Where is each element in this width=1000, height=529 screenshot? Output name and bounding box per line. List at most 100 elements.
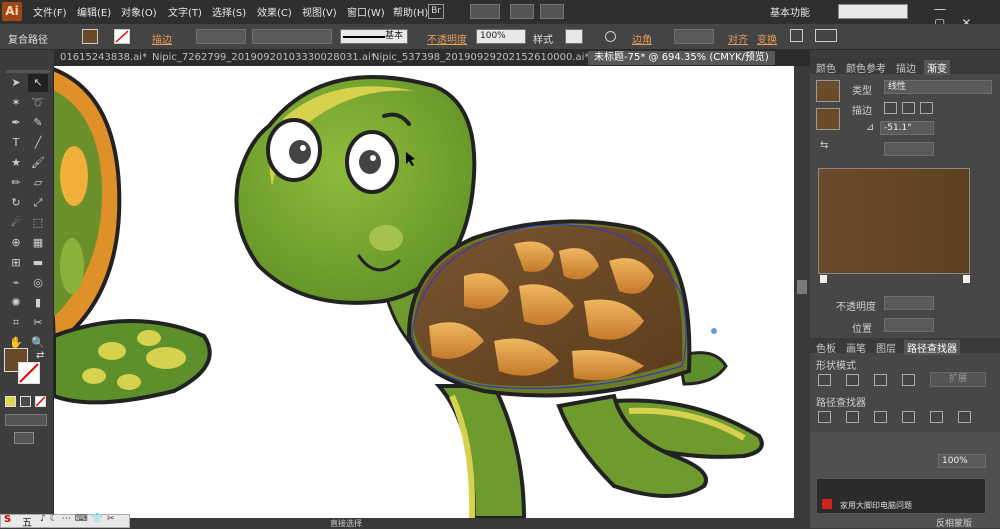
magic-wand-icon[interactable]: ✶	[6, 94, 26, 112]
stop-opacity-field[interactable]	[884, 296, 934, 310]
anchor-point[interactable]	[711, 328, 717, 334]
menu-window[interactable]: 窗口(W)	[347, 4, 385, 19]
unite-icon[interactable]	[818, 374, 831, 386]
tab-doc-2[interactable]: Nipic_7262799_20190920103330028031.ai*	[152, 52, 376, 63]
opacity-field[interactable]: 100%	[476, 29, 526, 44]
stroke-across-icon[interactable]	[920, 102, 933, 114]
stroke-swatch[interactable]	[114, 29, 130, 44]
stroke-weight-field[interactable]	[196, 29, 246, 44]
star-icon[interactable]	[510, 4, 534, 19]
type-tool-icon[interactable]: T	[6, 134, 26, 152]
tab-swatches[interactable]: 色板	[816, 340, 836, 355]
stroke-color-box[interactable]	[18, 362, 40, 384]
fill-stroke-mini[interactable]	[816, 108, 840, 130]
warp-icon[interactable]: ☄	[6, 214, 26, 232]
mesh-icon[interactable]: ⊞	[6, 254, 26, 272]
direct-selection-tool-icon[interactable]: ↖	[28, 74, 48, 92]
color-mode-icon[interactable]	[5, 396, 16, 407]
tab-color[interactable]: 颜色	[816, 60, 836, 75]
spiral-icon[interactable]	[540, 4, 564, 19]
rotate-icon[interactable]: ↻	[6, 194, 26, 212]
symbol-sprayer-icon[interactable]: ✺	[6, 294, 26, 312]
variable-width-profile[interactable]	[252, 29, 332, 44]
tab-doc-1[interactable]: 01615243838.ai*	[60, 52, 147, 63]
scale-icon[interactable]: ⤢	[28, 194, 48, 212]
menu-edit[interactable]: 编辑(E)	[77, 4, 111, 19]
paintbrush-icon[interactable]: 🖌	[28, 154, 48, 172]
intersect-icon[interactable]	[874, 374, 887, 386]
arrange-docs-button[interactable]	[470, 4, 500, 19]
style-swatch[interactable]	[565, 29, 583, 44]
corner-label[interactable]: 边角	[632, 31, 652, 46]
crop-icon[interactable]	[902, 411, 915, 423]
trim-icon[interactable]	[846, 411, 859, 423]
gradient-angle-field[interactable]: -51.1°	[880, 121, 934, 135]
aspect-ratio-field[interactable]	[884, 142, 934, 156]
artboard-canvas[interactable]	[54, 66, 794, 518]
menu-type[interactable]: 文字(T)	[168, 4, 202, 19]
minus-back-icon[interactable]	[958, 411, 971, 423]
menu-view[interactable]: 视图(V)	[302, 4, 337, 19]
menu-select[interactable]: 选择(S)	[212, 4, 246, 19]
bridge-button[interactable]: Br	[428, 4, 444, 19]
reverse-gradient-icon[interactable]: ⇆	[820, 140, 828, 151]
pen-tool-icon[interactable]: ✒	[6, 114, 26, 132]
draw-modes-icon[interactable]	[5, 414, 47, 426]
graph-tool-icon[interactable]: ▮	[28, 294, 48, 312]
ime-tool-icons[interactable]: ♪☾⋯⌨👕✂	[40, 514, 119, 524]
pencil-icon[interactable]: ✏	[6, 174, 26, 192]
search-input[interactable]	[838, 4, 908, 19]
isolate-icon[interactable]	[790, 29, 803, 42]
tab-brushes[interactable]: 画笔	[846, 340, 866, 355]
curvature-tool-icon[interactable]: ✎	[28, 114, 48, 132]
gradient-stop-start[interactable]	[820, 275, 827, 283]
opacity-label[interactable]: 不透明度	[427, 31, 467, 46]
shape-builder-icon[interactable]: ⊕	[6, 234, 26, 252]
tab-color-guide[interactable]: 颜色参考	[846, 60, 886, 75]
artboard-icon[interactable]: ⌗	[6, 314, 26, 332]
tab-gradient[interactable]: 渐变	[924, 60, 950, 75]
stop-location-field[interactable]	[884, 318, 934, 332]
panel-menu-icon[interactable]	[815, 29, 837, 42]
tab-doc-3[interactable]: Nipic_537398_20190929202152610000.ai*	[372, 52, 589, 63]
merge-icon[interactable]	[874, 411, 887, 423]
stroke-along-icon[interactable]	[902, 102, 915, 114]
transparency-opacity-field[interactable]: 100%	[938, 454, 986, 468]
shape-tool-icon[interactable]: ★	[6, 154, 26, 172]
none-mode-icon[interactable]	[35, 396, 46, 407]
stroke-label[interactable]: 描边	[152, 31, 172, 46]
free-transform-icon[interactable]: ⬚	[28, 214, 48, 232]
fill-swatch[interactable]	[82, 29, 98, 44]
tab-layers[interactable]: 图层	[876, 340, 896, 355]
menu-effect[interactable]: 效果(C)	[257, 4, 292, 19]
minus-front-icon[interactable]	[846, 374, 859, 386]
selection-tool-icon[interactable]: ➤	[6, 74, 26, 92]
gradient-thumbnail[interactable]	[816, 80, 840, 102]
gradient-tool-icon[interactable]: ▬	[28, 254, 48, 272]
menu-help[interactable]: 帮助(H)	[393, 4, 428, 19]
menu-file[interactable]: 文件(F)	[33, 4, 67, 19]
tab-pathfinder[interactable]: 路径查找器	[904, 340, 960, 355]
brush-definition-field[interactable]: 基本	[340, 29, 408, 44]
screen-mode-icon[interactable]	[14, 432, 34, 444]
tab-stroke[interactable]: 描边	[896, 60, 916, 75]
divide-icon[interactable]	[818, 411, 831, 423]
exclude-icon[interactable]	[902, 374, 915, 386]
align-label[interactable]: 对齐	[728, 31, 748, 46]
blend-icon[interactable]: ◎	[28, 274, 48, 292]
swap-colors-icon[interactable]: ⇄	[36, 350, 44, 361]
eyedropper-icon[interactable]: ⌁	[6, 274, 26, 292]
workspace-switcher[interactable]: 基本功能	[770, 4, 810, 19]
tab-doc-active[interactable]: 未标题-75* @ 694.35% (CMYK/预览)	[588, 51, 775, 65]
outline-icon[interactable]	[930, 411, 943, 423]
transform-label[interactable]: 变换	[757, 31, 777, 46]
stroke-within-icon[interactable]	[884, 102, 897, 114]
gradient-stop-end[interactable]	[963, 275, 970, 283]
slice-icon[interactable]: ✂	[28, 314, 48, 332]
recolor-icon[interactable]	[605, 31, 616, 42]
gradient-type-select[interactable]: 线性	[884, 80, 992, 94]
scrollbar-thumb[interactable]	[797, 280, 807, 294]
gradient-mode-icon[interactable]	[20, 396, 31, 407]
expand-button[interactable]: 扩展	[930, 372, 986, 387]
lasso-icon[interactable]: ➰	[28, 94, 48, 112]
